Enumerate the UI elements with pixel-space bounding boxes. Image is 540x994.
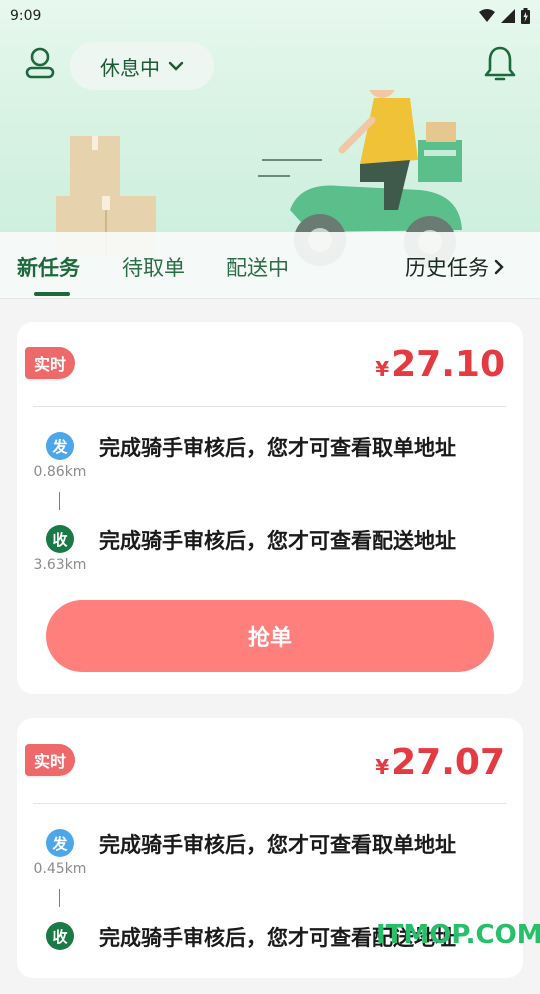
profile-button[interactable] <box>22 44 58 80</box>
battery-icon <box>521 8 530 24</box>
user-icon <box>25 47 55 79</box>
top-bar: 休息中 <box>0 42 540 90</box>
chevron-down-icon <box>168 61 184 71</box>
currency-symbol: ¥ <box>375 357 390 381</box>
status-icons <box>479 8 530 24</box>
order-price: ¥ 27.10 <box>375 344 505 385</box>
wifi-icon <box>479 9 495 22</box>
pickup-address: 完成骑手审核后，您才可查看取单地址 <box>99 436 456 460</box>
status-time: 9:09 <box>10 8 42 24</box>
currency-symbol: ¥ <box>375 755 390 779</box>
tab-pending-pickup[interactable]: 待取单 <box>122 252 185 282</box>
pickup-badge: 发 <box>46 432 74 460</box>
route-connector <box>59 889 60 907</box>
realtime-tag: 实时 <box>25 744 75 776</box>
route-connector <box>59 492 60 510</box>
dropoff-badge: 收 <box>46 525 74 553</box>
price-amount: 27.07 <box>391 742 505 783</box>
work-status-dropdown[interactable]: 休息中 <box>70 42 214 90</box>
pickup-distance: 0.86km <box>33 464 87 480</box>
tab-new-tasks[interactable]: 新任务 <box>17 252 80 282</box>
tab-delivering[interactable]: 配送中 <box>226 252 289 282</box>
work-status-label: 休息中 <box>100 55 160 80</box>
order-card[interactable]: 实时 ¥ 27.10 发 0.86km 完成骑手审核后，您才可查看取单地址 收 … <box>17 322 523 694</box>
pickup-row: 发 0.86km 完成骑手审核后，您才可查看取单地址 <box>33 432 513 504</box>
dropoff-distance: 3.63km <box>33 557 87 573</box>
pickup-address: 完成骑手审核后，您才可查看取单地址 <box>99 833 456 857</box>
dropoff-row: 收 3.63km 完成骑手审核后，您才可查看配送地址 <box>33 525 513 597</box>
order-price: ¥ 27.07 <box>375 742 505 783</box>
price-amount: 27.10 <box>391 344 505 385</box>
signal-icon <box>501 9 515 23</box>
dropoff-address: 完成骑手审核后，您才可查看配送地址 <box>99 529 456 553</box>
pickup-row: 发 0.45km 完成骑手审核后，您才可查看取单地址 <box>33 829 513 901</box>
tab-history-label: 历史任务 <box>405 256 489 280</box>
active-tab-indicator <box>34 292 70 296</box>
watermark-logo: ITMOP.COM <box>376 920 540 950</box>
notification-button[interactable] <box>482 44 518 84</box>
card-divider <box>33 406 506 407</box>
realtime-tag: 实时 <box>25 347 75 379</box>
task-tabs: 新任务 待取单 配送中 历史任务 <box>0 232 540 299</box>
pickup-distance: 0.45km <box>33 861 87 877</box>
card-divider <box>33 803 506 804</box>
grab-order-button[interactable]: 抢单 <box>46 600 494 672</box>
pickup-badge: 发 <box>46 829 74 857</box>
dropoff-badge: 收 <box>46 922 74 950</box>
chevron-right-icon <box>494 259 504 275</box>
bell-icon <box>484 46 516 81</box>
status-bar: 9:09 <box>0 0 540 32</box>
tab-history[interactable]: 历史任务 <box>405 252 505 282</box>
